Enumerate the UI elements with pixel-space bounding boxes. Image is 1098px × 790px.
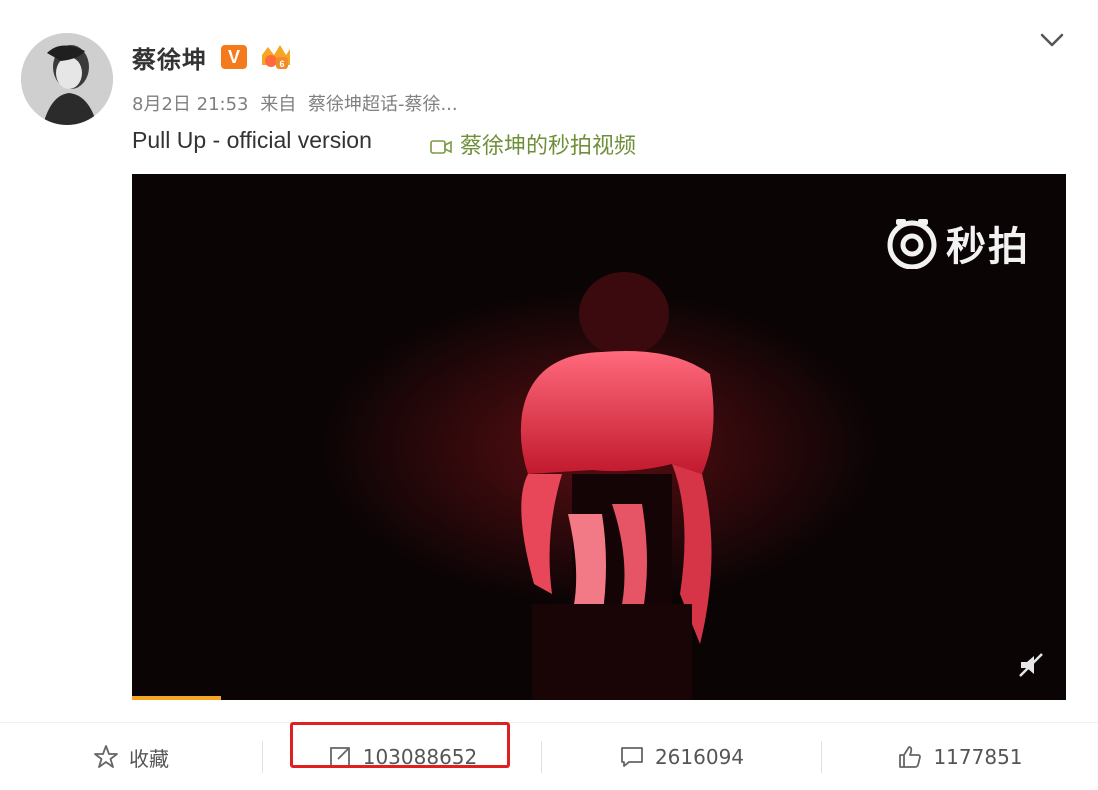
video-camera-icon [430, 139, 452, 155]
post-meta: 8月2日 21:53 来自 蔡徐坤超话-蔡徐... [132, 90, 464, 116]
video-progress-bar[interactable] [132, 696, 221, 700]
video-link[interactable]: 蔡徐坤的秒拍视频 [430, 128, 636, 160]
chevron-down-icon[interactable] [1038, 30, 1066, 50]
like-count: 1177851 [933, 745, 1023, 769]
repost-count: 103088652 [362, 745, 478, 769]
post-source[interactable]: 蔡徐坤超话-蔡徐... [308, 94, 458, 115]
repost-button[interactable]: 103088652 [263, 723, 541, 790]
star-icon [93, 744, 119, 770]
action-bar: 收藏 103088652 2616094 1177851 [0, 722, 1098, 790]
miaopai-watermark: 秒拍 [886, 214, 1030, 272]
comment-count: 2616094 [654, 745, 745, 769]
author-name[interactable]: 蔡徐坤 [132, 40, 207, 75]
svg-text:6: 6 [279, 59, 284, 69]
like-button[interactable]: 1177851 [822, 723, 1098, 790]
watermark-text: 秒拍 [946, 224, 1030, 270]
post-date[interactable]: 8月2日 21:53 [132, 94, 249, 115]
comment-button[interactable]: 2616094 [542, 723, 821, 790]
avatar[interactable] [21, 33, 113, 125]
vip-badge-icon: 6 [258, 43, 294, 73]
comment-icon [619, 744, 645, 770]
verified-badge: V [221, 45, 247, 69]
weibo-post-card: 蔡徐坤 V 6 8月2日 21:53 来自 蔡徐坤超话-蔡徐... Pull U… [0, 0, 1098, 790]
repost-icon [327, 744, 353, 770]
video-link-label: 蔡徐坤的秒拍视频 [460, 134, 637, 159]
favorite-label: 收藏 [129, 746, 169, 771]
thumbs-up-icon [897, 744, 923, 770]
video-player[interactable]: 秒拍 [132, 174, 1066, 700]
post-text: Pull Up - official version [132, 127, 372, 153]
miaopai-logo-icon [886, 217, 938, 269]
favorite-button[interactable]: 收藏 [0, 723, 262, 790]
source-prefix: 来自 [260, 94, 297, 115]
mute-icon[interactable] [1016, 650, 1046, 680]
